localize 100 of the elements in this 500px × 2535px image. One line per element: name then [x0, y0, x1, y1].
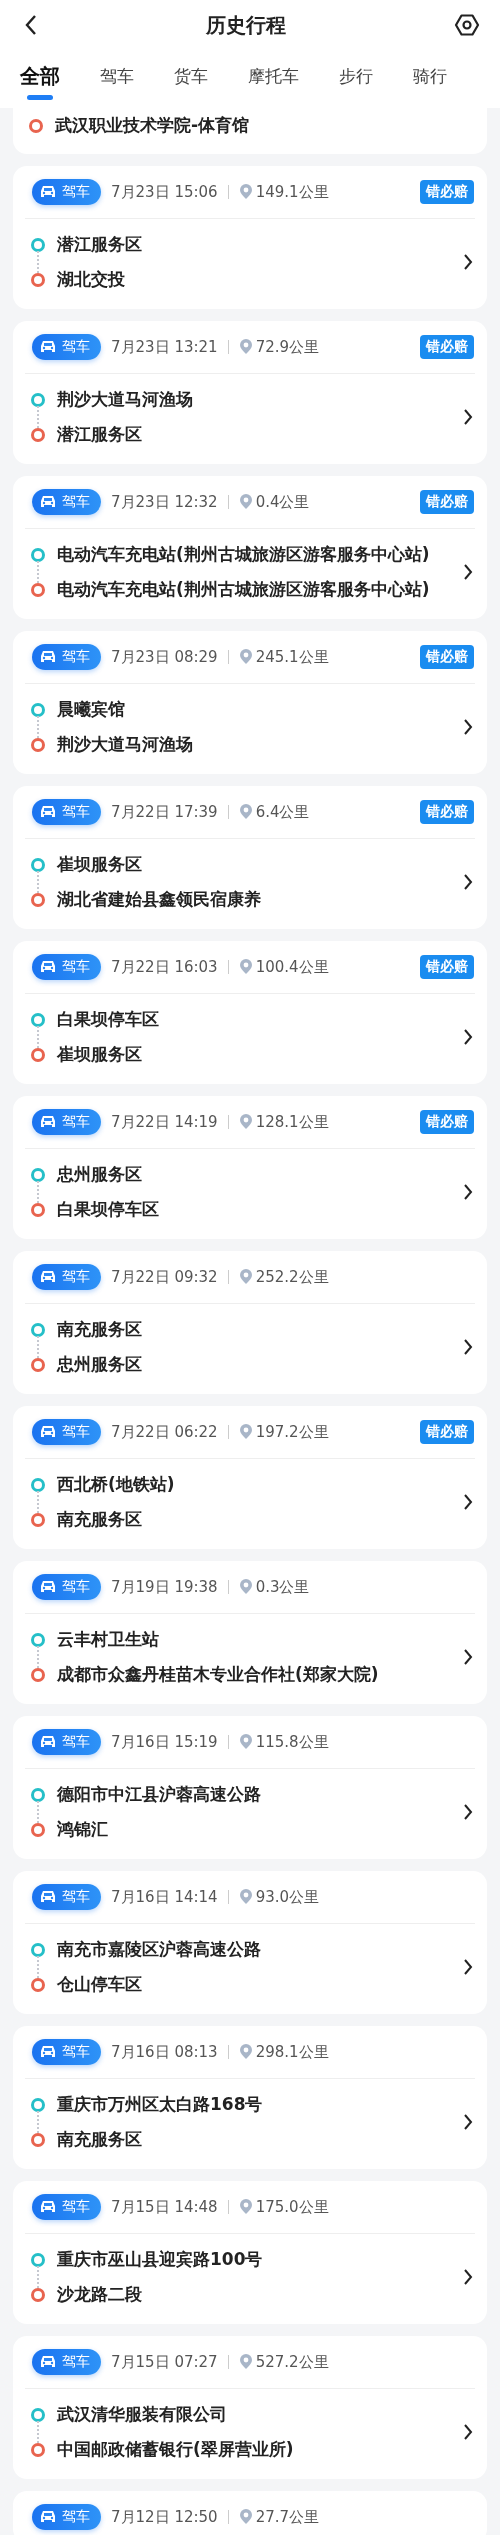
trip-card[interactable]: 驾车 7月19日 19:38 0.3公里 云丰村卫生站 成都市众鑫丹桂苗木专业合作社(郑家大院) [13, 1561, 487, 1704]
chevron-right-icon[interactable] [463, 408, 473, 426]
trip-distance: 6.4公里 [255, 802, 310, 822]
trip-distance: 252.2公里 [255, 1267, 329, 1287]
trip-card[interactable]: 驾车 7月15日 07:27 527.2公里 武汉清华服装有限公司 中国邮政储蓄银行(翠屏营业所) [13, 2336, 487, 2479]
trip-time: 7月22日 06:22 [111, 1422, 218, 1442]
chevron-right-icon[interactable] [463, 563, 473, 581]
trip-card[interactable]: 驾车 7月16日 15:19 115.8公里 德阳市中江县沪蓉高速公路 鸿锦汇 [13, 1716, 487, 1859]
start-location: 武汉清华服装有限公司 [57, 2403, 227, 2426]
trip-card[interactable]: 驾车 7月22日 17:39 6.4公里 错必赔 崔坝服务区 湖北省建始县鑫领民宿康养 [13, 786, 487, 929]
end-location: 电动汽车充电站(荆州古城旅游区游客服务中心站) [57, 578, 430, 601]
car-icon [40, 495, 56, 509]
location-pin-icon [238, 804, 253, 820]
start-point-icon [31, 392, 45, 407]
car-icon [40, 340, 56, 354]
chevron-right-icon[interactable] [463, 1803, 473, 1821]
car-icon [40, 1735, 56, 1749]
end-point-icon [31, 1512, 45, 1527]
guarantee-tag: 错必赔 [420, 180, 474, 204]
trip-time: 7月16日 15:19 [111, 1732, 218, 1752]
car-icon [40, 1270, 56, 1284]
end-location: 南充服务区 [57, 1508, 142, 1531]
start-point-icon [31, 1942, 45, 1957]
trip-time: 7月12日 12:50 [111, 2507, 218, 2527]
tab[interactable]: 货车 [174, 64, 208, 94]
back-icon[interactable] [24, 14, 38, 36]
settings-icon[interactable] [454, 12, 480, 38]
trip-time: 7月23日 12:32 [111, 492, 218, 512]
chevron-right-icon[interactable] [463, 2113, 473, 2131]
end-location: 荆沙大道马河渔场 [57, 733, 193, 756]
chevron-right-icon[interactable] [463, 1648, 473, 1666]
trip-card[interactable]: 驾车 7月16日 14:14 93.0公里 南充市嘉陵区沪蓉高速公路 仓山停车区 [13, 1871, 487, 2014]
start-point-icon [31, 1477, 45, 1492]
start-location: 南充服务区 [57, 1318, 142, 1341]
tab[interactable]: 步行 [339, 64, 373, 94]
location-pin-icon [238, 649, 253, 665]
chevron-right-icon[interactable] [463, 1183, 473, 1201]
chevron-right-icon[interactable] [463, 1338, 473, 1356]
mode-label: 驾车 [62, 2198, 90, 2216]
trip-card[interactable]: 驾车 7月16日 08:13 298.1公里 重庆市万州区太白路168号 南充服务区 [13, 2026, 487, 2169]
tab[interactable]: 骑行 [413, 64, 447, 94]
car-icon [40, 2510, 56, 2524]
trip-card[interactable]: 驾车 7月22日 06:22 197.2公里 错必赔 西北桥(地铁站) 南充服务区 [13, 1406, 487, 1549]
trip-card[interactable]: 驾车 7月23日 08:29 245.1公里 错必赔 晨曦宾馆 荆沙大道马河渔场 [13, 631, 487, 774]
chevron-right-icon[interactable] [463, 718, 473, 736]
start-point-icon [31, 2407, 45, 2422]
trip-time: 7月15日 07:27 [111, 2352, 218, 2372]
car-icon [40, 1425, 56, 1439]
start-location: 云丰村卫生站 [57, 1628, 159, 1651]
guarantee-tag: 错必赔 [420, 1420, 474, 1444]
car-icon [40, 650, 56, 664]
chevron-right-icon[interactable] [463, 1028, 473, 1046]
location-pin-icon [238, 184, 253, 200]
end-location: 武汉职业技术学院-体育馆 [55, 114, 250, 137]
chevron-right-icon[interactable] [463, 1958, 473, 1976]
trip-distance: 128.1公里 [255, 1112, 329, 1132]
tab[interactable]: 摩托车 [248, 64, 299, 94]
trip-card[interactable]: 驾车 7月22日 09:32 252.2公里 南充服务区 忠州服务区 [13, 1251, 487, 1394]
end-location: 鸿锦汇 [57, 1818, 108, 1841]
trip-time: 7月22日 17:39 [111, 802, 218, 822]
trip-card[interactable]: 驾车 7月12日 12:50 27.7公里 [13, 2491, 487, 2535]
start-point-icon [31, 547, 45, 562]
end-point-icon [31, 582, 45, 597]
chevron-right-icon[interactable] [463, 253, 473, 271]
trip-time: 7月22日 14:19 [111, 1112, 218, 1132]
location-pin-icon [238, 2509, 253, 2525]
trip-card[interactable]: 驾车 7月22日 14:19 128.1公里 错必赔 忠州服务区 白果坝停车区 [13, 1096, 487, 1239]
trip-card[interactable]: 武汉职业技术学院-体育馆 [13, 108, 487, 154]
start-location: 白果坝停车区 [57, 1008, 159, 1031]
chevron-right-icon[interactable] [463, 873, 473, 891]
start-location: 重庆市万州区太白路168号 [57, 2093, 263, 2116]
trip-card[interactable]: 驾车 7月23日 12:32 0.4公里 错必赔 电动汽车充电站(荆州古城旅游区游客服务中心站) 电动汽车充电站(荆州古城旅游区游客服务中心站) [13, 476, 487, 619]
trip-card[interactable]: 驾车 7月23日 15:06 149.1公里 错必赔 潜江服务区 湖北交投 [13, 166, 487, 309]
location-pin-icon [238, 339, 253, 355]
chevron-right-icon[interactable] [463, 2423, 473, 2441]
guarantee-tag: 错必赔 [420, 645, 474, 669]
start-point-icon [31, 857, 45, 872]
trip-card[interactable]: 驾车 7月23日 13:21 72.9公里 错必赔 荆沙大道马河渔场 潜江服务区 [13, 321, 487, 464]
trip-distance: 72.9公里 [255, 337, 320, 357]
tab[interactable]: 驾车 [100, 64, 134, 94]
chevron-right-icon[interactable] [463, 1493, 473, 1511]
mode-label: 驾车 [62, 1423, 90, 1441]
mode-label: 驾车 [62, 1733, 90, 1751]
start-point-icon [31, 1167, 45, 1182]
start-point-icon [31, 702, 45, 717]
trip-distance: 0.3公里 [255, 1577, 310, 1597]
page-title: 历史行程 [206, 11, 286, 39]
car-icon [40, 2355, 56, 2369]
trip-card[interactable]: 驾车 7月15日 14:48 175.0公里 重庆市巫山县迎宾路100号 沙龙路二段 [13, 2181, 487, 2324]
end-point-icon [31, 2132, 45, 2147]
mode-label: 驾车 [62, 2043, 90, 2061]
chevron-right-icon[interactable] [463, 2268, 473, 2286]
mode-label: 驾车 [62, 648, 90, 666]
start-location: 晨曦宾馆 [57, 698, 125, 721]
trip-time: 7月22日 16:03 [111, 957, 218, 977]
car-icon [40, 805, 56, 819]
start-location: 潜江服务区 [57, 233, 142, 256]
end-location: 湖北省建始县鑫领民宿康养 [57, 888, 261, 911]
trip-card[interactable]: 驾车 7月22日 16:03 100.4公里 错必赔 白果坝停车区 崔坝服务区 [13, 941, 487, 1084]
location-pin-icon [238, 2199, 253, 2215]
